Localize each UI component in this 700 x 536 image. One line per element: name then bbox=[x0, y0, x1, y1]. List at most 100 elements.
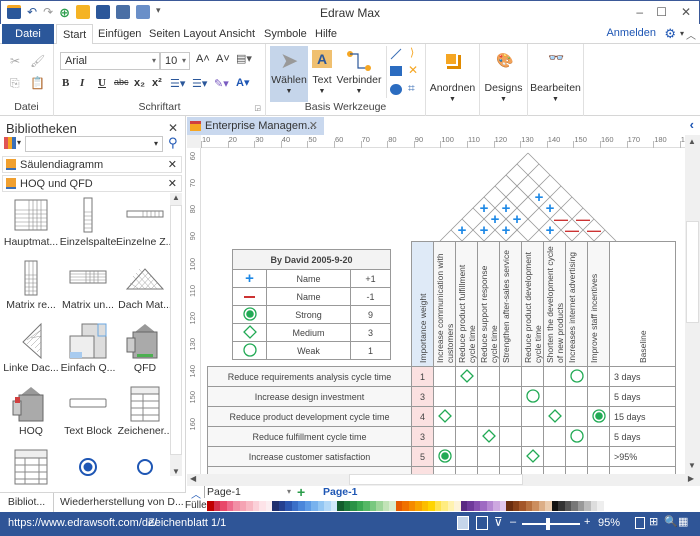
bold-button[interactable]: B bbox=[62, 77, 69, 89]
tab-recovery[interactable]: Wiederherstellung von D... bbox=[60, 496, 184, 508]
format-painter-icon[interactable]: 🖌 bbox=[30, 54, 45, 68]
tab-libraries[interactable]: Bibliot... bbox=[0, 493, 54, 512]
expand-up-icon[interactable]: ︿ bbox=[191, 486, 201, 501]
text-tool-button[interactable]: A Text ▼ bbox=[308, 46, 336, 102]
select-tool-button[interactable]: ➤ Wählen ▼ bbox=[270, 46, 308, 102]
document-tab[interactable]: Enterprise Managem... ✕ bbox=[187, 117, 324, 135]
library-shape[interactable]: Hauptmat... bbox=[2, 194, 60, 254]
tab-symbols[interactable]: Symbole bbox=[258, 24, 313, 44]
drawing-canvas[interactable]: + + + + + + + + + + — — — — By David 2005-9-20 + Name +… bbox=[201, 148, 685, 474]
highlight-icon[interactable]: ✎▾ bbox=[214, 77, 229, 90]
page-tab[interactable]: Page-1 bbox=[323, 486, 357, 498]
library-shape[interactable]: QFD bbox=[116, 320, 174, 380]
presentation-icon[interactable]: ⊽ bbox=[494, 515, 503, 529]
italic-button[interactable]: I bbox=[80, 77, 84, 89]
grow-font-icon[interactable]: A˄ bbox=[196, 53, 210, 65]
normal-view-icon[interactable] bbox=[457, 516, 469, 530]
library-shape[interactable]: Einzelne Z... bbox=[116, 194, 174, 254]
chevron-down-icon[interactable]: ▾ bbox=[154, 139, 158, 148]
chevron-down-icon[interactable]: ▾ bbox=[680, 29, 684, 38]
scroll-left-icon[interactable]: ◀ bbox=[190, 474, 196, 483]
library-shape[interactable]: Dach Mat... bbox=[116, 257, 174, 317]
vertical-scrollbar[interactable]: ▲ ▼ bbox=[685, 135, 700, 474]
zoom-icon[interactable]: 🔍 bbox=[664, 515, 678, 528]
fit-page-icon[interactable] bbox=[635, 517, 645, 529]
copy-icon[interactable]: ⎘ bbox=[10, 76, 20, 91]
zoom-slider[interactable] bbox=[522, 518, 580, 530]
chevron-down-icon[interactable]: ▾ bbox=[287, 487, 291, 496]
cut-icon[interactable]: ✂ bbox=[10, 54, 20, 68]
tab-help[interactable]: Hilfe bbox=[309, 24, 343, 44]
crop-tool-icon[interactable]: ⌗ bbox=[408, 81, 415, 96]
scroll-thumb[interactable] bbox=[170, 205, 182, 455]
scroll-down-icon[interactable]: ▼ bbox=[172, 467, 180, 476]
close-icon[interactable]: ✕ bbox=[168, 158, 177, 171]
designs-button[interactable]: 🎨 Designs ▼ bbox=[480, 44, 528, 116]
gear-icon[interactable]: ⚙ bbox=[664, 26, 676, 42]
subscript-button[interactable]: x₂ bbox=[134, 77, 145, 89]
library-shape[interactable]: Text Block bbox=[59, 383, 117, 443]
tab-file[interactable]: Datei bbox=[2, 24, 54, 44]
zoom-slider-thumb[interactable] bbox=[546, 518, 551, 530]
tab-start[interactable]: Start bbox=[56, 24, 94, 45]
paste-icon[interactable]: 📋 bbox=[30, 76, 45, 90]
fit-width-icon[interactable]: ⊞ bbox=[649, 515, 658, 528]
font-size-select[interactable]: 10 ▾ bbox=[160, 52, 190, 70]
scroll-thumb[interactable] bbox=[349, 474, 523, 485]
font-color-icon[interactable]: A▾ bbox=[236, 76, 249, 89]
section-column-chart[interactable]: Säulendiagramm ✕ bbox=[2, 156, 182, 173]
sign-in-link[interactable]: Anmelden bbox=[606, 27, 656, 39]
scroll-right-icon[interactable]: ▶ bbox=[688, 474, 694, 483]
chevron-down-icon[interactable]: ▾ bbox=[17, 138, 21, 147]
shrink-font-icon[interactable]: A˅ bbox=[216, 53, 230, 65]
arrange-button[interactable]: Anordnen ▼ bbox=[426, 44, 480, 116]
close-icon[interactable]: ✕ bbox=[309, 117, 318, 135]
strikethrough-button[interactable]: abc bbox=[114, 77, 129, 87]
line-spacing-icon[interactable]: ☰▾ bbox=[170, 77, 185, 90]
edit-button[interactable]: 👓 Bearbeiten ▼ bbox=[528, 44, 584, 116]
zoom-out-button[interactable]: – bbox=[510, 516, 516, 528]
font-name-select[interactable]: Arial ▾ bbox=[60, 52, 160, 70]
library-shape[interactable]: HOQ bbox=[2, 383, 60, 443]
maximize-icon[interactable]: ☐ bbox=[656, 5, 667, 19]
curve-tool-icon[interactable]: ⟩ bbox=[410, 46, 414, 59]
add-page-icon[interactable]: + bbox=[297, 484, 305, 500]
library-search-input[interactable] bbox=[25, 136, 163, 152]
color-swatch[interactable] bbox=[597, 501, 604, 511]
ellipse-tool-icon[interactable] bbox=[390, 84, 402, 95]
tab-page-layout[interactable]: Seiten Layout bbox=[143, 24, 222, 44]
minimize-icon[interactable]: – bbox=[636, 5, 643, 19]
align-icon[interactable]: ▤▾ bbox=[236, 52, 252, 65]
library-shape[interactable]: Zeichener... bbox=[116, 383, 174, 443]
library-shape[interactable]: Matrix re... bbox=[2, 257, 60, 317]
zoom-in-button[interactable]: + bbox=[584, 516, 590, 528]
close-icon[interactable]: ✕ bbox=[681, 5, 691, 19]
close-icon[interactable]: ✕ bbox=[168, 177, 177, 190]
library-scrollbar[interactable]: ▲ ▼ bbox=[170, 193, 182, 476]
bullets-icon[interactable]: ☰▾ bbox=[192, 77, 207, 90]
grid-icon[interactable]: ▦ bbox=[678, 515, 688, 528]
collapse-ribbon-icon[interactable]: ︿ bbox=[686, 27, 696, 42]
scroll-down-icon[interactable]: ▼ bbox=[688, 461, 696, 470]
dialog-launcher-icon[interactable]: ◲ bbox=[254, 104, 261, 112]
search-icon[interactable]: ⚲ bbox=[168, 135, 178, 151]
page-view-icon[interactable] bbox=[476, 516, 488, 530]
scroll-up-icon[interactable]: ▲ bbox=[172, 193, 180, 202]
close-icon[interactable]: ✕ bbox=[168, 121, 178, 135]
tab-insert[interactable]: Einfügen bbox=[92, 24, 147, 44]
line-tool-icon[interactable] bbox=[390, 48, 402, 60]
library-shape[interactable]: Einzelspalte bbox=[59, 194, 117, 254]
collapse-panel-icon[interactable]: ‹ bbox=[690, 117, 694, 132]
scroll-thumb[interactable] bbox=[686, 221, 699, 323]
scroll-up-icon[interactable]: ▲ bbox=[688, 137, 696, 146]
library-shape[interactable]: Matrix un... bbox=[59, 257, 117, 317]
library-shape[interactable]: Linke Dac... bbox=[2, 320, 60, 380]
status-url[interactable]: https://www.edrawsoft.com/de/ bbox=[8, 517, 157, 529]
rectangle-tool-icon[interactable] bbox=[390, 66, 402, 76]
tab-view[interactable]: Ansicht bbox=[213, 24, 261, 44]
connector-tool-button[interactable]: Verbinder ▼ bbox=[336, 46, 382, 102]
library-icon[interactable] bbox=[4, 137, 16, 149]
horizontal-scrollbar[interactable]: ◀ ▶ bbox=[187, 474, 700, 486]
underline-button[interactable]: U bbox=[98, 77, 106, 89]
section-hoq-qfd[interactable]: HOQ und QFD ✕ bbox=[2, 175, 182, 192]
